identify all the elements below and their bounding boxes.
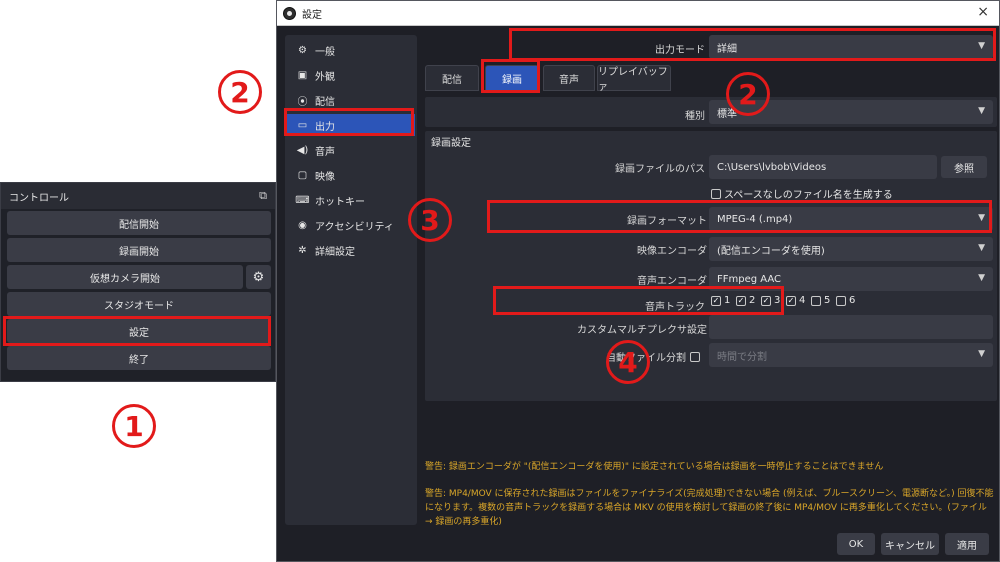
- video-encoder-select[interactable]: (配信エンコーダを使用) ▼: [709, 237, 993, 261]
- tab-audio[interactable]: 音声: [543, 65, 595, 91]
- sidebar-item-label: 外観: [315, 71, 335, 83]
- sidebar-item-label: 一般: [315, 46, 335, 58]
- custom-muxer-input[interactable]: [709, 315, 993, 339]
- audio-track-5[interactable]: 5: [811, 295, 830, 306]
- step-2-marker-left: 2: [218, 70, 262, 114]
- audio-track-4[interactable]: ✓ 4: [786, 295, 805, 306]
- exit-button[interactable]: 終了: [7, 346, 271, 370]
- virtual-camera-gear-icon[interactable]: ⚙: [246, 265, 271, 289]
- ok-button[interactable]: OK: [837, 533, 875, 555]
- sidebar-item-appearance[interactable]: ▣ 外観: [287, 64, 415, 86]
- highlight-recording-tab: [481, 59, 540, 93]
- track-label: 4: [799, 295, 806, 306]
- video-encoder-value: (配信エンコーダを使用): [717, 245, 825, 257]
- sidebar-item-label: ホットキー: [315, 196, 365, 208]
- no-space-checkbox[interactable]: [711, 188, 721, 199]
- accessibility-icon: ◉: [298, 219, 307, 231]
- audio-encoder-label: 音声エンコーダ: [637, 276, 707, 287]
- sidebar-item-label: 配信: [315, 96, 335, 108]
- start-stream-button[interactable]: 配信開始: [7, 211, 271, 235]
- track-label: 6: [849, 295, 856, 306]
- appearance-icon: ▣: [297, 69, 308, 81]
- advanced-icon: ✲: [298, 244, 307, 256]
- recording-type-label: 種別: [685, 111, 705, 122]
- tab-replay-buffer[interactable]: リプレイバッファ: [597, 65, 671, 93]
- audio-encoder-value: FFmpeg AAC: [717, 273, 782, 285]
- browse-button[interactable]: 参照: [941, 156, 987, 178]
- chevron-down-icon: ▼: [978, 243, 985, 253]
- auto-split-option[interactable]: 自動ファイル分割: [505, 349, 703, 364]
- close-icon[interactable]: ×: [977, 4, 989, 20]
- track-label: 5: [824, 295, 831, 306]
- audio-icon: ◀): [296, 144, 309, 156]
- auto-split-value: 時間で分割: [717, 351, 767, 363]
- sidebar-item-label: 映像: [315, 171, 335, 183]
- cancel-button[interactable]: キャンセル: [881, 533, 939, 555]
- highlight-output-mode: [509, 28, 996, 61]
- highlight-audio-tracks: [493, 286, 784, 315]
- step-3-marker: 3: [408, 198, 452, 242]
- controls-dock: コントロール ⧉ 配信開始 録画開始 仮想カメラ開始 ⚙ スタジオモード 設定 …: [0, 182, 276, 382]
- recording-path-label: 録画ファイルのパス: [615, 164, 705, 175]
- auto-split-checkbox[interactable]: [690, 351, 700, 362]
- step-1-marker: 1: [112, 404, 156, 448]
- settings-window: 設定 × ⚙ 一般 ▣ 外観 ⦿ 配信 ▭ 出力 ◀) 音声 ▢ 映像 ⌨ ホッ: [276, 0, 1000, 562]
- sidebar-item-label: アクセシビリティ: [315, 221, 394, 233]
- start-record-button[interactable]: 録画開始: [7, 238, 271, 262]
- chevron-down-icon: ▼: [978, 349, 985, 359]
- window-title: 設定: [302, 9, 322, 21]
- audio-track-6[interactable]: 6: [836, 295, 855, 306]
- recording-path-value: C:\Users\lvbob\Videos: [717, 161, 827, 173]
- obs-logo-icon: [283, 6, 296, 20]
- warning-pause: 警告: 録画エンコーダが "(配信エンコーダを使用)" に設定されている場合は録…: [425, 462, 884, 472]
- tab-stream[interactable]: 配信: [425, 65, 479, 91]
- studio-mode-button[interactable]: スタジオモード: [7, 292, 271, 316]
- no-space-label: スペースなしのファイル名を生成する: [724, 190, 893, 201]
- stream-icon: ⦿: [297, 96, 308, 108]
- sidebar-item-label: 詳細設定: [315, 246, 355, 258]
- controls-dock-header: コントロール ⧉: [1, 183, 275, 209]
- sidebar-item-general[interactable]: ⚙ 一般: [287, 39, 415, 61]
- recording-path-input[interactable]: C:\Users\lvbob\Videos: [709, 155, 937, 179]
- highlight-recording-format: [487, 200, 992, 233]
- start-virtual-camera-button[interactable]: 仮想カメラ開始: [7, 265, 243, 289]
- checkbox-checked-icon[interactable]: ✓: [786, 295, 796, 306]
- video-icon: ▢: [297, 169, 308, 181]
- window-titlebar: 設定 ×: [277, 1, 999, 26]
- chevron-down-icon: ▼: [978, 106, 985, 116]
- highlight-settings-button: [3, 316, 271, 346]
- chevron-down-icon: ▼: [978, 273, 985, 283]
- apply-button[interactable]: 適用: [945, 533, 989, 555]
- checkbox-icon[interactable]: [836, 295, 846, 306]
- step-4-marker: 4: [606, 340, 650, 384]
- keyboard-icon: ⌨: [295, 194, 310, 206]
- undock-icon[interactable]: ⧉: [259, 189, 267, 203]
- sidebar-item-hotkeys[interactable]: ⌨ ホットキー: [287, 189, 415, 211]
- checkbox-icon[interactable]: [811, 295, 821, 306]
- highlight-output-item: [284, 108, 414, 136]
- sidebar-item-video[interactable]: ▢ 映像: [287, 164, 415, 186]
- auto-split-select[interactable]: 時間で分割 ▼: [709, 343, 993, 367]
- video-encoder-label: 映像エンコーダ: [637, 246, 707, 257]
- sidebar-item-label: 音声: [315, 146, 335, 158]
- no-space-filename-option[interactable]: スペースなしのファイル名を生成する: [711, 186, 893, 201]
- sidebar-item-advanced[interactable]: ✲ 詳細設定: [287, 239, 415, 261]
- custom-muxer-label: カスタムマルチプレクサ設定: [577, 325, 707, 336]
- recording-settings-title: 録画設定: [431, 138, 471, 149]
- warning-mp4: 警告: MP4/MOV に保存された録画はファイルをファイナライズ(完成処理)で…: [425, 489, 994, 527]
- step-2-marker-right: 2: [726, 72, 770, 116]
- controls-dock-title: コントロール: [9, 192, 69, 204]
- sidebar-item-audio[interactable]: ◀) 音声: [287, 139, 415, 161]
- gear-icon: ⚙: [298, 44, 307, 56]
- sidebar-item-accessibility[interactable]: ◉ アクセシビリティ: [287, 214, 415, 236]
